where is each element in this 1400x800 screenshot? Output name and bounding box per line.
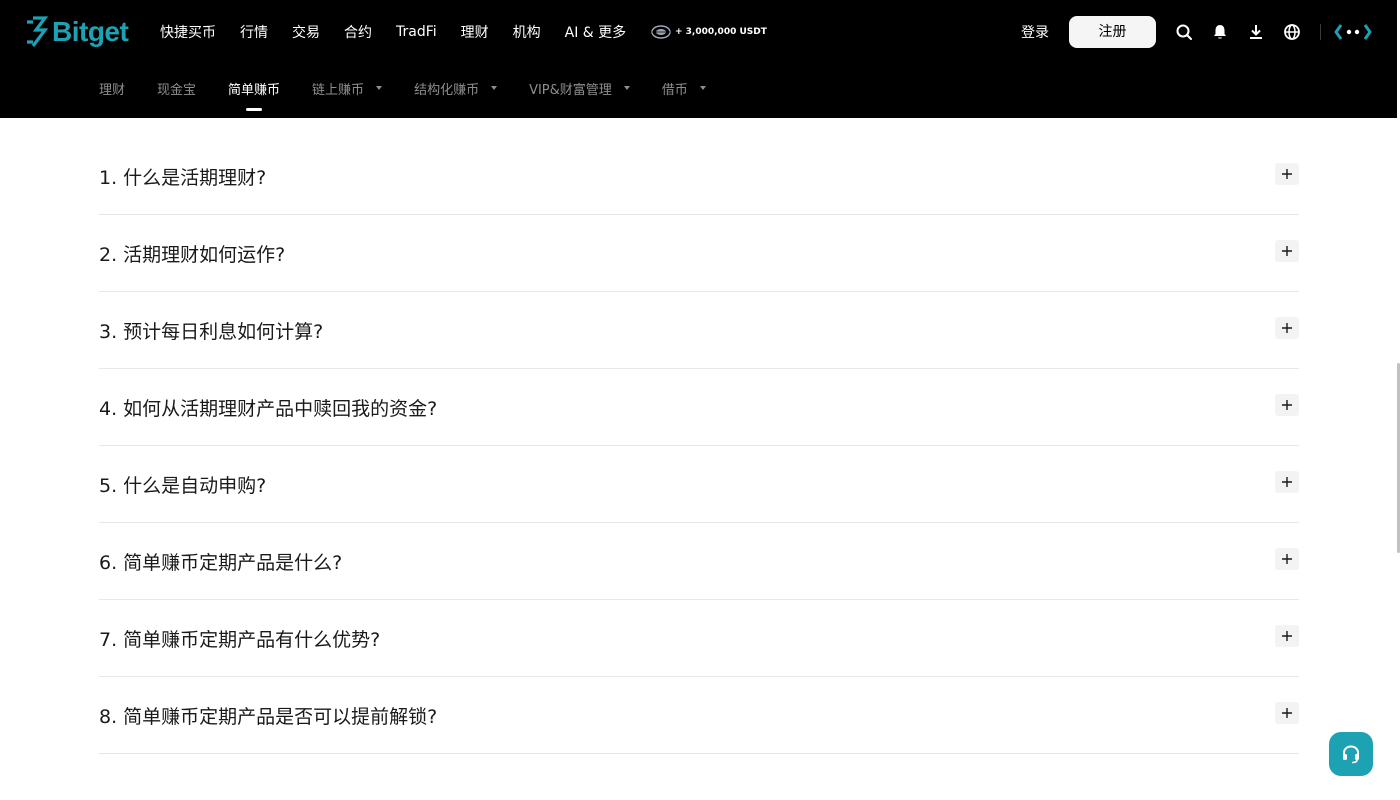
nav-item-tradfi[interactable]: TradFi xyxy=(396,24,437,40)
faq-expand-button[interactable] xyxy=(1275,471,1299,493)
sub-nav-label: VIP&财富管理 xyxy=(529,82,612,98)
brand-mark-icon[interactable] xyxy=(1334,23,1372,41)
faq-question: 1. 什么是活期理财? xyxy=(99,166,267,189)
promo-badge-icon xyxy=(651,25,671,39)
sub-nav-item-vip-wealth[interactable]: VIP&财富管理 xyxy=(529,77,630,99)
plus-icon xyxy=(1282,631,1292,641)
faq-expand-button[interactable] xyxy=(1275,625,1299,647)
nav-item-ai-more[interactable]: AI & 更多 xyxy=(565,22,627,42)
plus-icon xyxy=(1282,246,1292,256)
bitget-logo-text: Bitget xyxy=(52,16,129,47)
faq-question: 8. 简单赚币定期产品是否可以提前解锁? xyxy=(99,705,438,728)
plus-icon xyxy=(1282,323,1292,333)
caret-down-icon xyxy=(491,85,498,90)
search-icon xyxy=(1176,24,1192,40)
faq-item[interactable]: 6. 简单赚币定期产品是什么? xyxy=(99,523,1299,600)
caret-down-icon xyxy=(623,85,630,90)
bitget-logo-icon xyxy=(27,16,48,47)
sub-nav-label: 理财 xyxy=(99,82,126,98)
faq-question: 5. 什么是自动申购? xyxy=(99,474,267,497)
faq-item[interactable]: 3. 预计每日利息如何计算? xyxy=(99,292,1299,369)
promo-text: + 3,000,000 USDT xyxy=(675,27,767,37)
sub-nav-label: 结构化赚币 xyxy=(414,82,480,98)
faq-question: 2. 活期理财如何运作? xyxy=(99,243,286,266)
headset-icon xyxy=(1343,745,1359,764)
caret-down-icon xyxy=(699,85,706,90)
faq-question: 4. 如何从活期理财产品中赎回我的资金? xyxy=(99,397,438,420)
sub-nav-item-earn[interactable]: 理财 xyxy=(99,77,125,99)
faq-item[interactable]: 1. 什么是活期理财? xyxy=(99,138,1299,215)
faq-item[interactable]: 5. 什么是自动申购? xyxy=(99,446,1299,523)
caret-down-icon xyxy=(376,85,383,90)
faq-question: 6. 简单赚币定期产品是什么? xyxy=(99,551,343,574)
faq-item[interactable]: 2. 活期理财如何运作? xyxy=(99,215,1299,292)
globe-icon xyxy=(1284,24,1300,40)
faq-item[interactable]: 8. 简单赚币定期产品是否可以提前解锁? xyxy=(99,677,1299,754)
main-nav: 快捷买币 行情 交易 合约 TradFi 理财 机构 AI & 更多 xyxy=(160,20,626,44)
faq-expand-button[interactable] xyxy=(1275,317,1299,339)
language-button[interactable] xyxy=(1283,23,1301,41)
sub-nav-item-onchain-earn[interactable]: 链上赚币 xyxy=(312,77,383,99)
bell-icon xyxy=(1214,25,1226,39)
search-button[interactable] xyxy=(1175,23,1193,41)
faq-item[interactable]: 4. 如何从活期理财产品中赎回我的资金? xyxy=(99,369,1299,446)
nav-item-quick-buy[interactable]: 快捷买币 xyxy=(160,22,216,42)
faq-expand-button[interactable] xyxy=(1275,394,1299,416)
plus-icon xyxy=(1282,708,1292,718)
download-button[interactable] xyxy=(1247,23,1265,41)
faq-expand-button[interactable] xyxy=(1275,163,1299,185)
sub-nav-label: 链上赚币 xyxy=(312,82,365,98)
sub-nav-label: 现金宝 xyxy=(157,82,197,98)
plus-icon xyxy=(1282,477,1292,487)
bitget-logo[interactable]: Bitget xyxy=(24,15,129,49)
sub-nav: 理财 现金宝 简单赚币 链上赚币 结构化赚币 VIP&财富管理 借币 xyxy=(99,77,706,99)
login-link[interactable]: 登录 xyxy=(1021,22,1049,42)
sub-nav-item-structured-earn[interactable]: 结构化赚币 xyxy=(414,77,498,99)
plus-icon xyxy=(1282,554,1292,564)
faq-expand-button[interactable] xyxy=(1275,548,1299,570)
top-navigation-bar: Bitget 快捷买币 行情 交易 合约 TradFi 理财 机构 AI & 更… xyxy=(0,0,1397,118)
download-icon xyxy=(1250,25,1262,39)
nav-item-institutional[interactable]: 机构 xyxy=(513,22,541,42)
customer-support-button[interactable] xyxy=(1329,732,1373,776)
nav-item-earn[interactable]: 理财 xyxy=(461,22,489,42)
faq-question: 3. 预计每日利息如何计算? xyxy=(99,320,324,343)
faq-list: 1. 什么是活期理财? 2. 活期理财如何运作? 3. 预计每日利息如何计算? … xyxy=(99,138,1299,754)
faq-expand-button[interactable] xyxy=(1275,702,1299,724)
header-divider xyxy=(1320,24,1321,40)
sub-nav-item-simple-earn[interactable]: 简单赚币 xyxy=(228,77,280,99)
register-button[interactable]: 注册 xyxy=(1069,16,1156,48)
nav-item-markets[interactable]: 行情 xyxy=(240,22,268,42)
plus-icon xyxy=(1282,400,1292,410)
sub-nav-label: 借币 xyxy=(661,82,688,98)
faq-item[interactable]: 7. 简单赚币定期产品有什么优势? xyxy=(99,600,1299,677)
promo-badge[interactable]: + 3,000,000 USDT xyxy=(651,24,767,40)
sub-nav-label: 简单赚币 xyxy=(228,82,281,98)
nav-item-trade[interactable]: 交易 xyxy=(292,22,320,42)
sub-nav-item-loans[interactable]: 借币 xyxy=(662,77,706,99)
plus-icon xyxy=(1282,169,1292,179)
sub-nav-item-savings[interactable]: 现金宝 xyxy=(157,77,196,99)
nav-item-futures[interactable]: 合约 xyxy=(344,22,372,42)
notifications-button[interactable] xyxy=(1211,23,1229,41)
faq-expand-button[interactable] xyxy=(1275,240,1299,262)
faq-question: 7. 简单赚币定期产品有什么优势? xyxy=(99,628,381,651)
